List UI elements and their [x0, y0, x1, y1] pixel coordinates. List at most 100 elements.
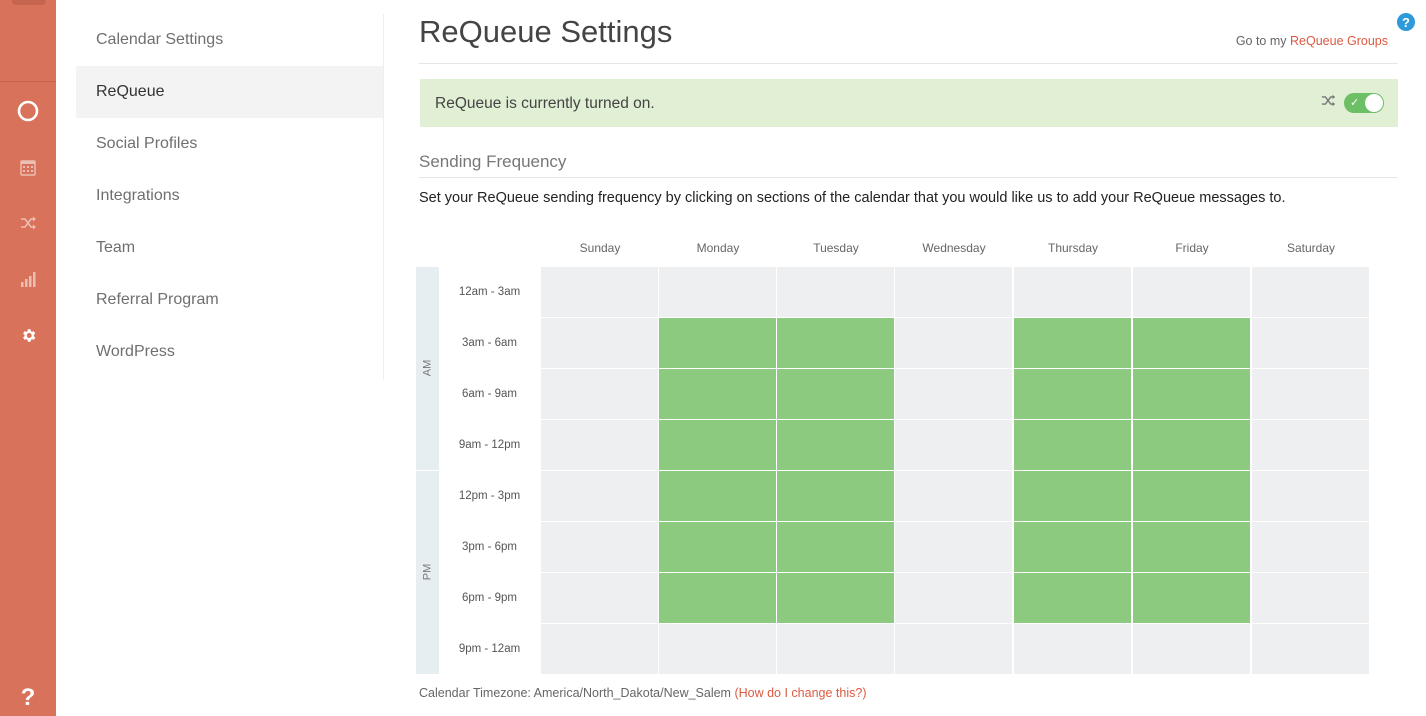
time-slot-label[interactable]: 3am - 6am [440, 318, 539, 368]
frequency-cell-saturday[interactable] [1252, 471, 1369, 521]
frequency-cell-sunday[interactable] [541, 369, 658, 419]
frequency-cell-thursday[interactable] [1014, 318, 1131, 368]
frequency-cell-friday[interactable] [1133, 522, 1250, 572]
timezone-value: America/North_Dakota/New_Salem [533, 686, 731, 700]
app-rail: ? [0, 0, 56, 716]
frequency-cell-thursday[interactable] [1014, 369, 1131, 419]
frequency-cell-wednesday[interactable] [895, 522, 1012, 572]
frequency-cell-friday[interactable] [1133, 471, 1250, 521]
frequency-cell-sunday[interactable] [541, 573, 658, 623]
frequency-cell-thursday[interactable] [1014, 522, 1131, 572]
frequency-cell-thursday[interactable] [1014, 471, 1131, 521]
frequency-cell-tuesday[interactable] [777, 471, 894, 521]
frequency-cell-wednesday[interactable] [895, 573, 1012, 623]
nav-item-wordpress[interactable]: WordPress [76, 326, 383, 378]
nav-item-social-profiles[interactable]: Social Profiles [76, 118, 383, 170]
frequency-cell-saturday[interactable] [1252, 267, 1369, 317]
day-header-monday[interactable]: Monday [659, 241, 777, 255]
frequency-cell-saturday[interactable] [1252, 420, 1369, 470]
period-pm[interactable]: PM [416, 471, 439, 674]
day-header-friday[interactable]: Friday [1133, 241, 1251, 255]
frequency-cell-sunday[interactable] [541, 471, 658, 521]
analytics-icon[interactable] [0, 270, 56, 288]
frequency-cell-wednesday[interactable] [895, 420, 1012, 470]
frequency-cell-saturday[interactable] [1252, 624, 1369, 674]
frequency-cell-saturday[interactable] [1252, 573, 1369, 623]
frequency-cell-saturday[interactable] [1252, 522, 1369, 572]
gear-icon[interactable] [0, 326, 56, 344]
time-slot-label[interactable]: 12am - 3am [440, 267, 539, 317]
period-label: PM [421, 563, 434, 580]
frequency-cell-monday[interactable] [659, 267, 776, 317]
frequency-cell-tuesday[interactable] [777, 318, 894, 368]
frequency-cell-tuesday[interactable] [777, 420, 894, 470]
time-slot-label[interactable]: 9am - 12pm [440, 420, 539, 470]
frequency-cell-monday[interactable] [659, 420, 776, 470]
requeue-groups-link[interactable]: ReQueue Groups [1290, 34, 1388, 48]
frequency-cell-friday[interactable] [1133, 624, 1250, 674]
day-header-sunday[interactable]: Sunday [541, 241, 659, 255]
frequency-cell-thursday[interactable] [1014, 420, 1131, 470]
frequency-cell-wednesday[interactable] [895, 624, 1012, 674]
frequency-cell-wednesday[interactable] [895, 369, 1012, 419]
groups-link-prefix: Go to my [1235, 34, 1287, 48]
time-slot-label[interactable]: 3pm - 6pm [440, 522, 539, 572]
nav-item-integrations[interactable]: Integrations [76, 170, 383, 222]
day-header-wednesday[interactable]: Wednesday [895, 241, 1013, 255]
frequency-cell-sunday[interactable] [541, 420, 658, 470]
frequency-cell-sunday[interactable] [541, 267, 658, 317]
frequency-cell-monday[interactable] [659, 573, 776, 623]
frequency-cell-friday[interactable] [1133, 267, 1250, 317]
frequency-cell-tuesday[interactable] [777, 369, 894, 419]
help-icon[interactable]: ? [0, 684, 56, 712]
rail-top-tab[interactable] [12, 0, 46, 5]
frequency-cell-friday[interactable] [1133, 573, 1250, 623]
frequency-cell-tuesday[interactable] [777, 624, 894, 674]
frequency-cell-tuesday[interactable] [777, 522, 894, 572]
frequency-cell-friday[interactable] [1133, 420, 1250, 470]
nav-item-team[interactable]: Team [76, 222, 383, 274]
time-slot-label[interactable]: 6am - 9am [440, 369, 539, 419]
time-slot-label[interactable]: 6pm - 9pm [440, 573, 539, 623]
period-am[interactable]: AM [416, 267, 439, 470]
calendar-icon[interactable] [0, 158, 56, 176]
frequency-cell-tuesday[interactable] [777, 573, 894, 623]
frequency-cell-sunday[interactable] [541, 522, 658, 572]
title-divider [419, 63, 1398, 64]
change-timezone-link[interactable]: (How do I change this?) [734, 686, 866, 700]
status-banner: ReQueue is currently turned on. ✓ [420, 79, 1398, 127]
frequency-cell-friday[interactable] [1133, 318, 1250, 368]
requeue-toggle[interactable]: ✓ [1344, 93, 1384, 113]
frequency-cell-monday[interactable] [659, 318, 776, 368]
frequency-cell-sunday[interactable] [541, 624, 658, 674]
frequency-cell-thursday[interactable] [1014, 573, 1131, 623]
frequency-cell-monday[interactable] [659, 522, 776, 572]
help-badge[interactable]: ? [1397, 13, 1415, 31]
shuffle-icon[interactable] [0, 215, 56, 231]
circle-icon[interactable] [0, 100, 56, 122]
frequency-cell-thursday[interactable] [1014, 267, 1131, 317]
nav-item-calendar-settings[interactable]: Calendar Settings [76, 14, 383, 66]
timezone-line: Calendar Timezone: America/North_Dakota/… [419, 686, 866, 700]
rail-divider [0, 81, 56, 82]
frequency-cell-monday[interactable] [659, 624, 776, 674]
day-header-saturday[interactable]: Saturday [1252, 241, 1370, 255]
frequency-cell-monday[interactable] [659, 471, 776, 521]
frequency-cell-wednesday[interactable] [895, 471, 1012, 521]
time-slot-label[interactable]: 9pm - 12am [440, 624, 539, 674]
frequency-cell-monday[interactable] [659, 369, 776, 419]
frequency-cell-saturday[interactable] [1252, 369, 1369, 419]
frequency-cell-saturday[interactable] [1252, 318, 1369, 368]
day-header-thursday[interactable]: Thursday [1014, 241, 1132, 255]
period-label: AM [421, 359, 434, 376]
frequency-cell-sunday[interactable] [541, 318, 658, 368]
frequency-cell-thursday[interactable] [1014, 624, 1131, 674]
nav-item-requeue[interactable]: ReQueue [76, 66, 383, 118]
frequency-cell-friday[interactable] [1133, 369, 1250, 419]
time-slot-label[interactable]: 12pm - 3pm [440, 471, 539, 521]
frequency-cell-wednesday[interactable] [895, 267, 1012, 317]
nav-item-referral-program[interactable]: Referral Program [76, 274, 383, 326]
frequency-cell-tuesday[interactable] [777, 267, 894, 317]
frequency-cell-wednesday[interactable] [895, 318, 1012, 368]
day-header-tuesday[interactable]: Tuesday [777, 241, 895, 255]
